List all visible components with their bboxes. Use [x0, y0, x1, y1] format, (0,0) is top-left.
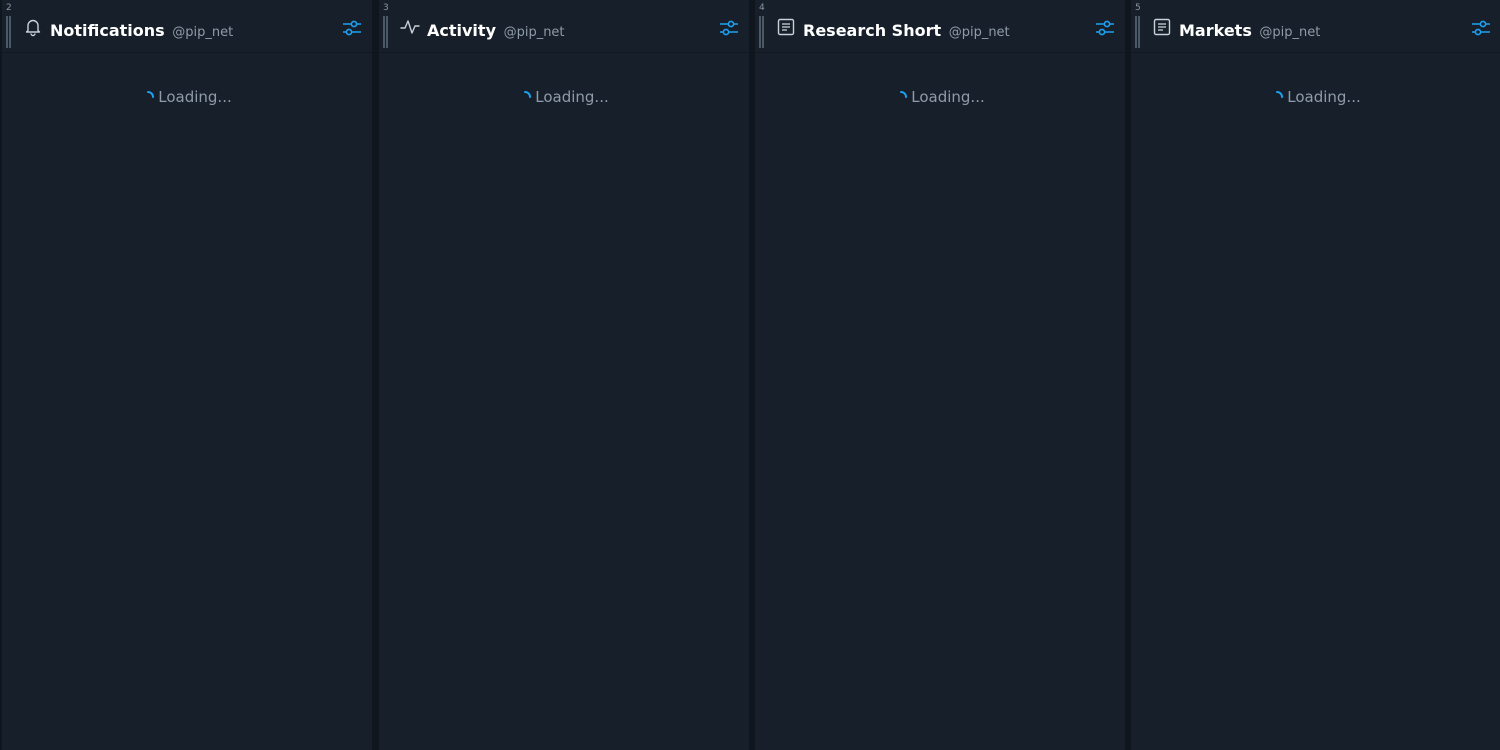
column-title-text: Markets [1179, 21, 1252, 40]
account-handle: @pip_net [1259, 25, 1321, 40]
column-header[interactable]: 5 Markets @pip_net [1131, 0, 1500, 53]
column-title: Markets @pip_net [1179, 20, 1320, 44]
document-icon [1152, 17, 1172, 37]
drag-handle[interactable] [1135, 16, 1141, 48]
sliders-icon [343, 20, 361, 36]
column-body[interactable]: Loading... [755, 53, 1125, 749]
column-index: 3 [383, 3, 389, 13]
column-markets: 5 Markets @pip_net Loading... [1131, 0, 1500, 750]
column-title: Activity @pip_net [427, 20, 565, 44]
drag-handle[interactable] [759, 16, 765, 48]
spinner-icon [524, 91, 532, 98]
column-title-text: Research Short [803, 21, 942, 40]
column-body[interactable]: Loading... [379, 53, 749, 749]
column-notifications: 2 Notifications @pip_net Loading... [2, 0, 372, 750]
column-index: 4 [759, 3, 765, 13]
loading-text: Loading... [911, 88, 985, 106]
loading-text: Loading... [535, 88, 609, 106]
loading-indicator: Loading... [755, 87, 1125, 107]
loading-text: Loading... [1287, 88, 1361, 106]
loading-indicator: Loading... [379, 87, 749, 107]
column-index: 2 [6, 3, 12, 13]
loading-indicator: Loading... [2, 87, 372, 107]
sliders-icon [1096, 20, 1114, 36]
column-header[interactable]: 2 Notifications @pip_net [2, 0, 372, 53]
column-settings-button[interactable] [717, 16, 741, 40]
spinner-icon [147, 91, 155, 98]
column-activity: 3 Activity @pip_net Loading... [379, 0, 749, 750]
drag-handle[interactable] [383, 16, 389, 48]
loading-indicator: Loading... [1131, 87, 1500, 107]
column-body[interactable]: Loading... [1131, 53, 1500, 749]
drag-handle[interactable] [6, 16, 12, 48]
column-title: Notifications @pip_net [50, 20, 233, 44]
column-settings-button[interactable] [1093, 16, 1117, 40]
bell-icon [23, 17, 43, 37]
column-header[interactable]: 4 Research Short @pip_net [755, 0, 1125, 53]
column-settings-button[interactable] [340, 16, 364, 40]
column-title-text: Activity [427, 21, 496, 40]
column-title: Research Short @pip_net [803, 20, 1010, 44]
column-body[interactable]: Loading... [2, 53, 372, 749]
column-header[interactable]: 3 Activity @pip_net [379, 0, 749, 53]
activity-icon [400, 17, 420, 37]
column-deck: 2 Notifications @pip_net Loading... 3 Ac… [0, 0, 1500, 750]
column-settings-button[interactable] [1469, 16, 1493, 40]
account-handle: @pip_net [948, 25, 1010, 40]
sliders-icon [720, 20, 738, 36]
sliders-icon [1472, 20, 1490, 36]
document-icon [776, 17, 796, 37]
account-handle: @pip_net [172, 25, 234, 40]
account-handle: @pip_net [503, 25, 565, 40]
spinner-icon [1276, 91, 1284, 98]
loading-text: Loading... [158, 88, 232, 106]
column-index: 5 [1135, 3, 1141, 13]
column-research-short: 4 Research Short @pip_net Loading... [755, 0, 1125, 750]
column-title-text: Notifications [50, 21, 165, 40]
spinner-icon [900, 91, 908, 98]
